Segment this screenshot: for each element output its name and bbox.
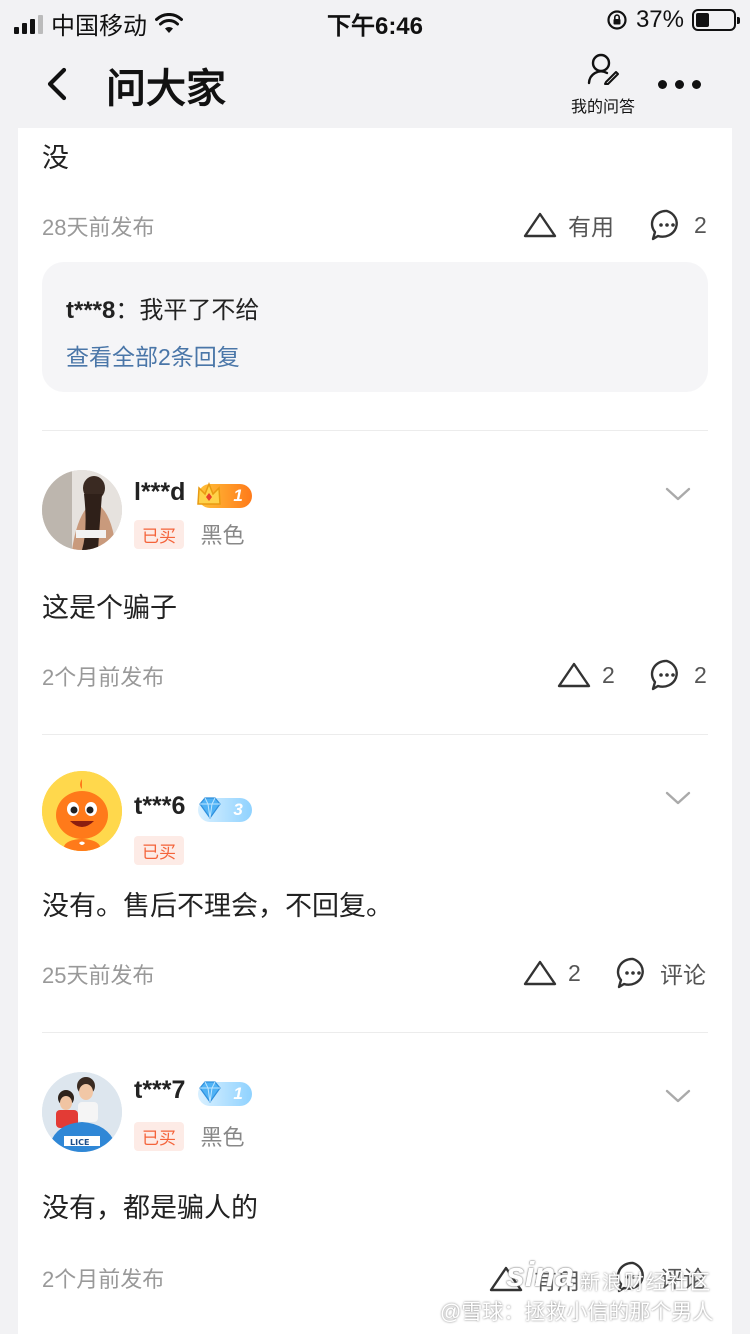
back-arrow-icon[interactable] — [36, 62, 80, 106]
triangle-up-icon — [557, 662, 591, 688]
answer-text: 没有，都是骗人的 — [42, 1193, 258, 1223]
comment-label: 评论 — [660, 1266, 706, 1292]
answer-time: 2个月前发布 — [42, 1267, 165, 1292]
username[interactable]: t***7 — [134, 1076, 185, 1104]
view-all-replies-link[interactable]: 查看全部2条回复 — [66, 338, 240, 372]
avatar[interactable] — [42, 771, 122, 851]
useful-label: 有用 — [534, 1268, 580, 1294]
avatar-photo — [42, 470, 122, 550]
level-badge: 3 — [197, 797, 252, 822]
reply-separator: ： — [115, 297, 140, 324]
more-dot-icon — [691, 79, 701, 89]
crown-icon — [197, 481, 221, 505]
level-number: 3 — [233, 799, 243, 819]
avatar[interactable] — [42, 470, 122, 550]
user-row: t***7 1 — [134, 1076, 252, 1106]
purchase-row: 已买 黑色 — [134, 518, 244, 550]
answer-text: 没有。售后不理会，不回复。 — [42, 891, 393, 921]
status-bar: 中国移动 下午6:46 37% — [0, 0, 750, 40]
purchase-row: 已买 — [134, 836, 184, 865]
comment-count: 2 — [694, 661, 707, 688]
avatar-mascot — [42, 771, 122, 851]
level-number: 1 — [233, 485, 243, 505]
divider — [42, 734, 708, 735]
level-number: 1 — [233, 1083, 243, 1103]
purchase-row: 已买 黑色 — [134, 1120, 244, 1152]
level-badge: 1 — [197, 481, 252, 508]
diamond-icon — [199, 1081, 221, 1103]
navigation-bar: 问大家 我的问答 — [0, 40, 750, 128]
more-dot-icon — [674, 79, 684, 89]
reply-line: t***8：我平了不给 — [66, 290, 259, 325]
page-title: 问大家 — [106, 67, 226, 111]
comment-button[interactable]: 评论 — [616, 1260, 706, 1294]
chat-bubble-icon — [650, 659, 678, 691]
chevron-down-icon[interactable] — [664, 486, 692, 502]
useful-button[interactable]: 有用 — [522, 208, 614, 242]
bought-tag: 已买 — [134, 836, 184, 865]
useful-count: 2 — [568, 959, 581, 986]
answer-time: 25天前发布 — [42, 963, 155, 988]
chevron-down-icon[interactable] — [664, 790, 692, 806]
answer-time: 2个月前发布 — [42, 665, 165, 690]
variant-label: 黑色 — [200, 1125, 245, 1150]
more-dot-icon — [657, 79, 667, 89]
username[interactable]: t***6 — [134, 792, 185, 820]
reply-username: t***8 — [66, 297, 116, 324]
chat-bubble-icon — [616, 957, 644, 989]
triangle-up-icon — [523, 212, 557, 238]
chat-bubble-icon — [616, 1261, 644, 1293]
avatar-photo: LICE — [42, 1072, 122, 1152]
my-qa-button[interactable]: 我的问答 — [566, 52, 640, 117]
level-badge: 1 — [197, 1081, 252, 1106]
battery-level-fill — [696, 13, 710, 27]
comment-button[interactable]: 2 — [650, 208, 707, 242]
svg-text:LICE: LICE — [70, 1138, 89, 1147]
useful-button[interactable]: 2 — [522, 958, 581, 988]
answers-card: 没 28天前发布 有用 2 t***8：我平了不给 查看全部2条回复 l***d… — [18, 128, 732, 1334]
chevron-down-icon[interactable] — [664, 1088, 692, 1104]
bought-tag: 已买 — [134, 519, 184, 549]
answer-text: 没 — [42, 143, 69, 173]
divider — [42, 1032, 708, 1033]
my-qa-label: 我的问答 — [570, 99, 635, 116]
chat-bubble-icon — [650, 209, 678, 241]
useful-label: 有用 — [568, 214, 614, 240]
diamond-icon — [199, 797, 221, 819]
variant-label: 黑色 — [200, 523, 245, 548]
comment-count: 2 — [694, 211, 707, 238]
useful-button[interactable]: 2 — [556, 660, 615, 690]
comment-label: 评论 — [660, 962, 706, 988]
useful-button[interactable]: 有用 — [488, 1262, 580, 1296]
user-row: t***6 3 — [134, 792, 252, 822]
user-row: l***d 1 — [134, 478, 252, 508]
battery-icon — [692, 9, 740, 31]
useful-count: 2 — [602, 661, 615, 688]
battery-percent: 37% — [635, 6, 684, 33]
triangle-up-icon — [523, 960, 557, 986]
divider — [42, 430, 708, 431]
avatar[interactable]: LICE — [42, 1072, 122, 1152]
reply-preview[interactable]: t***8：我平了不给 查看全部2条回复 — [42, 262, 708, 392]
more-options-button[interactable] — [654, 72, 704, 96]
user-edit-icon — [587, 53, 619, 85]
reply-text: 我平了不给 — [139, 297, 260, 324]
comment-button[interactable]: 评论 — [616, 956, 706, 990]
answer-text: 这是个骗子 — [42, 593, 177, 623]
rotation-lock-icon — [607, 10, 627, 30]
bought-tag: 已买 — [134, 1121, 184, 1151]
triangle-up-icon — [489, 1266, 523, 1292]
answer-time: 28天前发布 — [42, 215, 155, 240]
comment-button[interactable]: 2 — [650, 658, 707, 692]
username[interactable]: l***d — [134, 478, 185, 506]
